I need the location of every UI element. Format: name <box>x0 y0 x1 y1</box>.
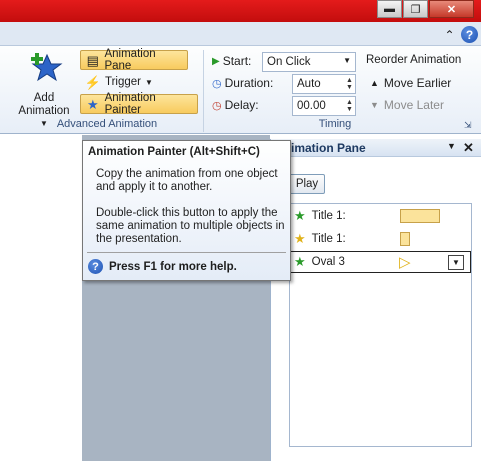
tooltip-title: Animation Painter (Alt+Shift+C) <box>88 146 260 158</box>
item-label: Title 1: <box>311 233 346 245</box>
dialog-launcher-icon[interactable]: ⇲ <box>464 120 472 131</box>
animation-painter-label: Animation Painter <box>104 92 156 116</box>
up-arrow-icon: ▲ <box>370 78 379 88</box>
tooltip-double-click-hint: Double-click this button to apply the sa… <box>96 207 285 245</box>
dropdown-arrow-icon: ▼ <box>343 56 351 65</box>
ribbon-tab-strip <box>0 22 481 46</box>
reorder-animation-title: Reorder Animation <box>366 54 462 66</box>
animation-painter-button[interactable]: ★ Animation Painter <box>80 92 198 116</box>
duration-label: Duration: <box>224 76 274 90</box>
animation-painter-tooltip: Animation Painter (Alt+Shift+C) Copy the… <box>82 140 291 281</box>
ribbon: Add Animation ▼ ▤ Animation Pane ⚡ Trigg… <box>0 46 481 134</box>
duration-value: Auto <box>297 78 321 90</box>
group-divider <box>203 50 204 132</box>
animation-list: ★ Title 1: ★ Title 1: ★ Oval 3 ▷ ▼ <box>289 203 472 447</box>
delay-row: ◷ Delay: <box>212 98 259 112</box>
triangle-marker-icon: ▷ <box>399 254 411 271</box>
move-later-label: Move Later <box>383 98 444 112</box>
restore-button[interactable]: ❐ <box>403 0 428 18</box>
minimize-ribbon-icon[interactable]: ⌃ <box>441 26 458 43</box>
delay-label: Delay: <box>224 98 259 112</box>
lightning-icon: ⚡ <box>84 74 102 90</box>
entrance-star-icon: ★ <box>294 208 306 223</box>
item-label: Title 1: <box>311 210 346 222</box>
duration-field[interactable]: Auto ▲ ▼ <box>292 74 356 94</box>
tooltip-description: Copy the animation from one object and a… <box>96 168 278 193</box>
animation-pane-icon: ▤ <box>86 52 99 68</box>
add-animation-star-icon <box>31 53 63 82</box>
trigger-button[interactable]: ⚡ Trigger ▼ <box>80 72 160 92</box>
down-arrow-icon: ▼ <box>370 100 379 110</box>
clock-icon: ◷ <box>212 77 222 90</box>
add-animation-label-line1: Add <box>33 92 55 104</box>
start-select[interactable]: On Click ▼ <box>262 52 356 72</box>
delay-value: 00.00 <box>297 100 326 112</box>
item-dropdown-button[interactable]: ▼ <box>448 255 464 270</box>
start-value: On Click <box>267 56 311 68</box>
play-triangle-icon: ▶ <box>212 55 220 67</box>
add-animation-label-line2: Animation <box>18 105 70 117</box>
duration-row: ◷ Duration: <box>212 76 273 90</box>
animation-pane: Animation Pane ▼ ✕ Play ★ Title 1: ★ Tit… <box>270 139 481 461</box>
list-item[interactable]: ★ Title 1: <box>290 228 471 250</box>
move-earlier-button[interactable]: ▲ Move Earlier <box>370 76 451 90</box>
list-item[interactable]: ★ Title 1: <box>290 205 471 227</box>
emphasis-star-icon: ★ <box>294 231 306 246</box>
start-row: ▶ Start: <box>212 54 251 68</box>
timeline-bar[interactable] <box>400 209 440 223</box>
animation-pane-button[interactable]: ▤ Animation Pane <box>80 48 188 72</box>
tooltip-help-text: Press F1 for more help. <box>109 261 237 273</box>
timing-group-label: Timing <box>318 118 352 130</box>
timeline-bar[interactable] <box>400 232 410 246</box>
help-icon: ? <box>88 259 103 274</box>
animation-pane-label: Animation Pane <box>104 48 156 72</box>
add-animation-button[interactable]: Add Animation ▼ <box>14 50 74 128</box>
close-window-button[interactable]: ✕ <box>429 0 474 18</box>
move-earlier-label: Move Earlier <box>383 76 452 90</box>
duration-spinner[interactable]: ▲ ▼ <box>344 75 355 93</box>
trigger-label: Trigger <box>105 76 141 88</box>
move-later-button[interactable]: ▼ Move Later <box>370 98 444 112</box>
item-label: Oval 3 <box>311 256 345 268</box>
tooltip-divider <box>87 252 286 253</box>
entrance-star-icon: ★ <box>294 254 306 269</box>
help-icon[interactable]: ? <box>461 26 478 43</box>
list-item-selected[interactable]: ★ Oval 3 ▷ ▼ <box>290 251 471 273</box>
dropdown-arrow-icon: ▼ <box>145 77 153 87</box>
minimize-button[interactable]: ▬ <box>377 0 402 18</box>
start-label: Start: <box>222 54 252 68</box>
delay-field[interactable]: 00.00 ▲ ▼ <box>292 96 356 116</box>
delay-spinner[interactable]: ▲ ▼ <box>344 97 355 115</box>
play-button[interactable]: Play <box>289 174 325 194</box>
animation-painter-icon: ★ <box>86 96 99 112</box>
delay-clock-icon: ◷ <box>212 99 222 112</box>
play-label: Play <box>295 178 319 190</box>
pane-dropdown-icon[interactable]: ▼ <box>447 141 456 151</box>
advanced-animation-group-label: Advanced Animation <box>56 118 158 130</box>
pane-close-icon[interactable]: ✕ <box>463 140 474 156</box>
